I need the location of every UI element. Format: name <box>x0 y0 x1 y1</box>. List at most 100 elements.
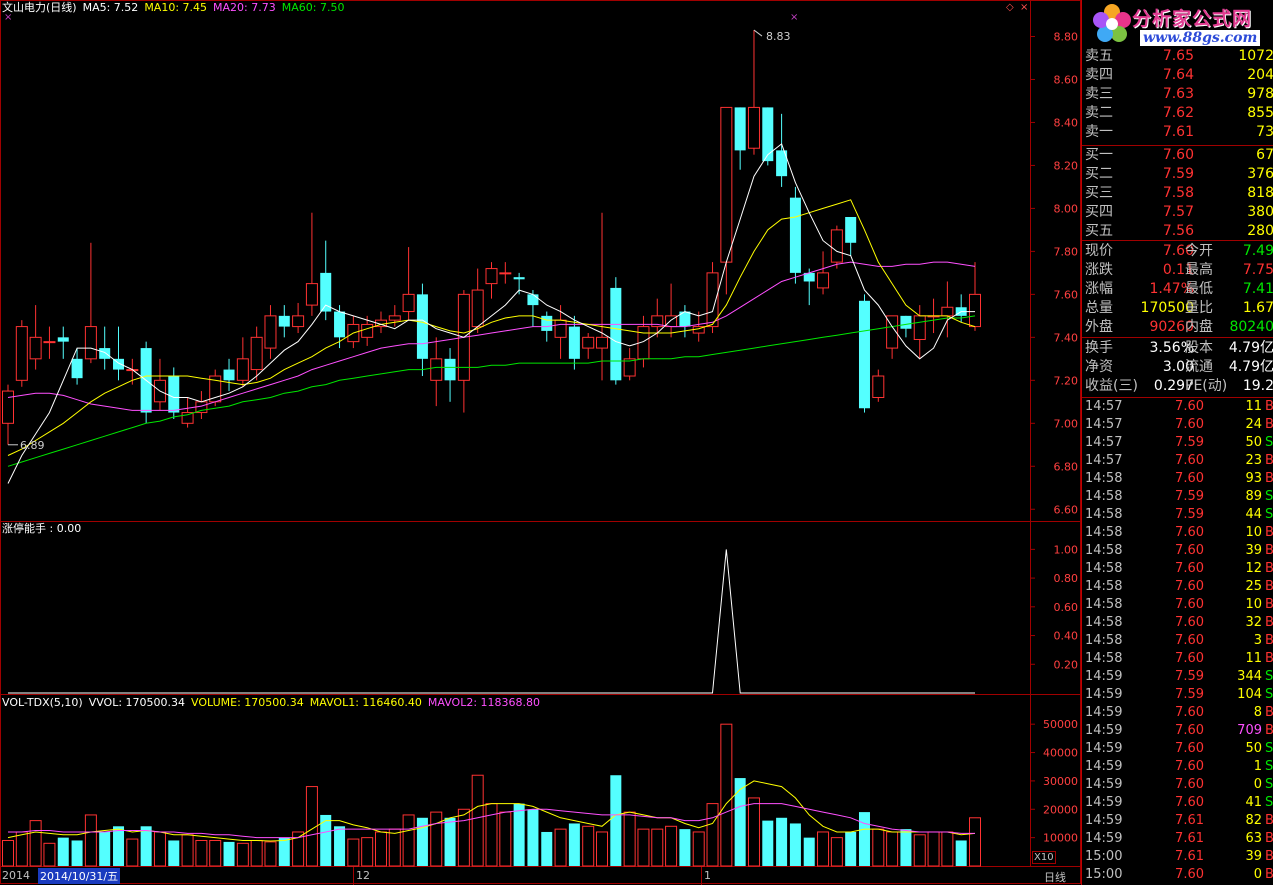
tick-volume: 11 <box>1245 399 1262 414</box>
tick-price: 7.60 <box>1175 705 1204 720</box>
bid-label: 买二 <box>1085 166 1113 182</box>
tick-row: 14:58 7.60 93 B <box>1082 470 1273 488</box>
candle-body-up <box>15 326 28 381</box>
tick-row: 14:58 7.60 10 B <box>1082 524 1273 542</box>
stat-value: 4.79亿 <box>1228 359 1273 375</box>
close-icon[interactable]: × <box>1020 2 1028 13</box>
tick-direction: B <box>1265 561 1273 576</box>
ma10-line <box>7 199 976 456</box>
indicator-line <box>8 549 975 694</box>
volume-bar-up <box>209 839 222 867</box>
candle-body-up <box>2 390 14 424</box>
tick-row: 14:57 7.60 23 B <box>1082 452 1273 470</box>
tick-price: 7.60 <box>1175 417 1204 432</box>
ma5-line <box>7 143 975 484</box>
tick-direction: S <box>1265 507 1273 522</box>
tick-time: 14:59 <box>1085 795 1123 810</box>
volume-bar-down <box>57 837 69 866</box>
bid-volume: 67 <box>1256 147 1273 163</box>
tick-volume: 63 <box>1245 831 1262 846</box>
candle-body-up <box>913 315 926 340</box>
candle-body-up <box>84 326 97 360</box>
tick-direction: B <box>1265 597 1273 612</box>
stat-value: 19.2 <box>1242 378 1273 394</box>
ask-price: 7.61 <box>1162 124 1194 140</box>
stat-row: 涨幅 1.47% 最低 7.41 <box>1082 280 1273 299</box>
volume-scale-label: X10 <box>1032 851 1056 864</box>
tick-direction: S <box>1265 435 1273 450</box>
tick-price: 7.60 <box>1175 651 1204 666</box>
candle-body-up <box>43 341 56 344</box>
stat-label: 量比 <box>1185 300 1213 316</box>
volume-bar-up <box>361 837 374 867</box>
tick-price: 7.60 <box>1175 633 1204 648</box>
candle-body-up <box>361 323 374 338</box>
bid-volume: 280 <box>1247 223 1273 239</box>
candle-body-down <box>57 337 69 342</box>
tick-direction: B <box>1265 831 1273 846</box>
volume-bar-down <box>900 829 912 866</box>
volume-bar-down <box>140 826 152 866</box>
volume-bar-down <box>113 826 125 866</box>
bid-label: 买三 <box>1085 185 1113 201</box>
tick-time: 14:58 <box>1085 507 1123 522</box>
ask-volume: 1072 <box>1238 48 1273 64</box>
volume-bar-down <box>71 840 83 866</box>
tick-volume: 8 <box>1253 705 1262 720</box>
tick-row: 15:00 7.60 0 B <box>1082 866 1273 884</box>
candle-body-down <box>527 294 539 306</box>
candle-body-up <box>292 315 305 328</box>
kline-chart-area[interactable]: 8.80 8.60 8.40 8.20 8.00 7.80 7.60 7.40 7.20 7.00… <box>0 0 1081 885</box>
volume-bar-up <box>927 831 940 867</box>
volume-bar-up <box>651 828 664 867</box>
price-axis-label: 8.60 <box>1054 73 1079 86</box>
tick-time: 14:59 <box>1085 723 1123 738</box>
tick-price: 7.60 <box>1175 741 1204 756</box>
tick-price: 7.61 <box>1175 849 1204 864</box>
tick-time: 15:00 <box>1085 867 1123 882</box>
volume-bar-up <box>665 825 678 867</box>
tick-time: 14:58 <box>1085 525 1123 540</box>
stat-label: 总量 <box>1085 300 1113 316</box>
stat-label: 最高 <box>1185 262 1213 278</box>
candle-body-down <box>900 315 912 329</box>
volume-bar-up <box>29 820 42 867</box>
tick-time: 14:57 <box>1085 435 1123 450</box>
tick-price: 7.60 <box>1175 615 1204 630</box>
tick-price: 7.60 <box>1175 777 1204 792</box>
tick-row: 14:57 7.59 50 S <box>1082 434 1273 452</box>
tick-price: 7.60 <box>1175 399 1204 414</box>
candle-body-down <box>610 287 622 381</box>
tick-volume: 1 <box>1253 759 1262 774</box>
volume-bar-up <box>637 828 650 867</box>
candle-body-down <box>513 277 525 280</box>
kline-chart-svg[interactable]: 8.80 8.60 8.40 8.20 8.00 7.80 7.60 7.40 7.20 7.00… <box>0 0 1081 885</box>
tick-direction: B <box>1265 849 1273 864</box>
diamond-icon[interactable]: ◇ <box>1006 2 1014 13</box>
volume-bar-down <box>845 831 857 866</box>
tick-time: 14:58 <box>1085 561 1123 576</box>
chart-frame <box>0 0 1081 884</box>
tick-time: 14:59 <box>1085 777 1123 792</box>
volume-bar-down <box>527 809 539 866</box>
tick-price: 7.60 <box>1175 867 1204 882</box>
volume-bar-down <box>568 823 580 866</box>
candle-body-down <box>734 107 746 151</box>
indicator-title: 涨停能手 : 0.00 <box>2 522 82 535</box>
indicator-axis-label: 0.40 <box>1054 630 1079 643</box>
volume-bar-down <box>99 831 111 866</box>
tick-direction: B <box>1265 633 1273 648</box>
volume-bar-down <box>955 840 967 866</box>
ask-price: 7.65 <box>1162 48 1194 64</box>
stat-label: 换手 <box>1085 340 1113 356</box>
volume-bar-up <box>2 839 14 867</box>
ask-price: 7.64 <box>1162 67 1194 83</box>
candle-body-up <box>402 293 415 313</box>
price-axis-label: 7.80 <box>1054 245 1079 258</box>
ask-row: 卖五 7.65 1072 <box>1082 47 1273 66</box>
ask-label: 卖五 <box>1085 48 1113 64</box>
period-label[interactable]: 日线 <box>1044 869 1066 885</box>
tick-time: 14:57 <box>1085 417 1123 432</box>
stat-row: 收益(三) 0.297 PE(动) 19.2 <box>1082 377 1273 396</box>
axis-year-label: 2014 <box>2 869 30 882</box>
